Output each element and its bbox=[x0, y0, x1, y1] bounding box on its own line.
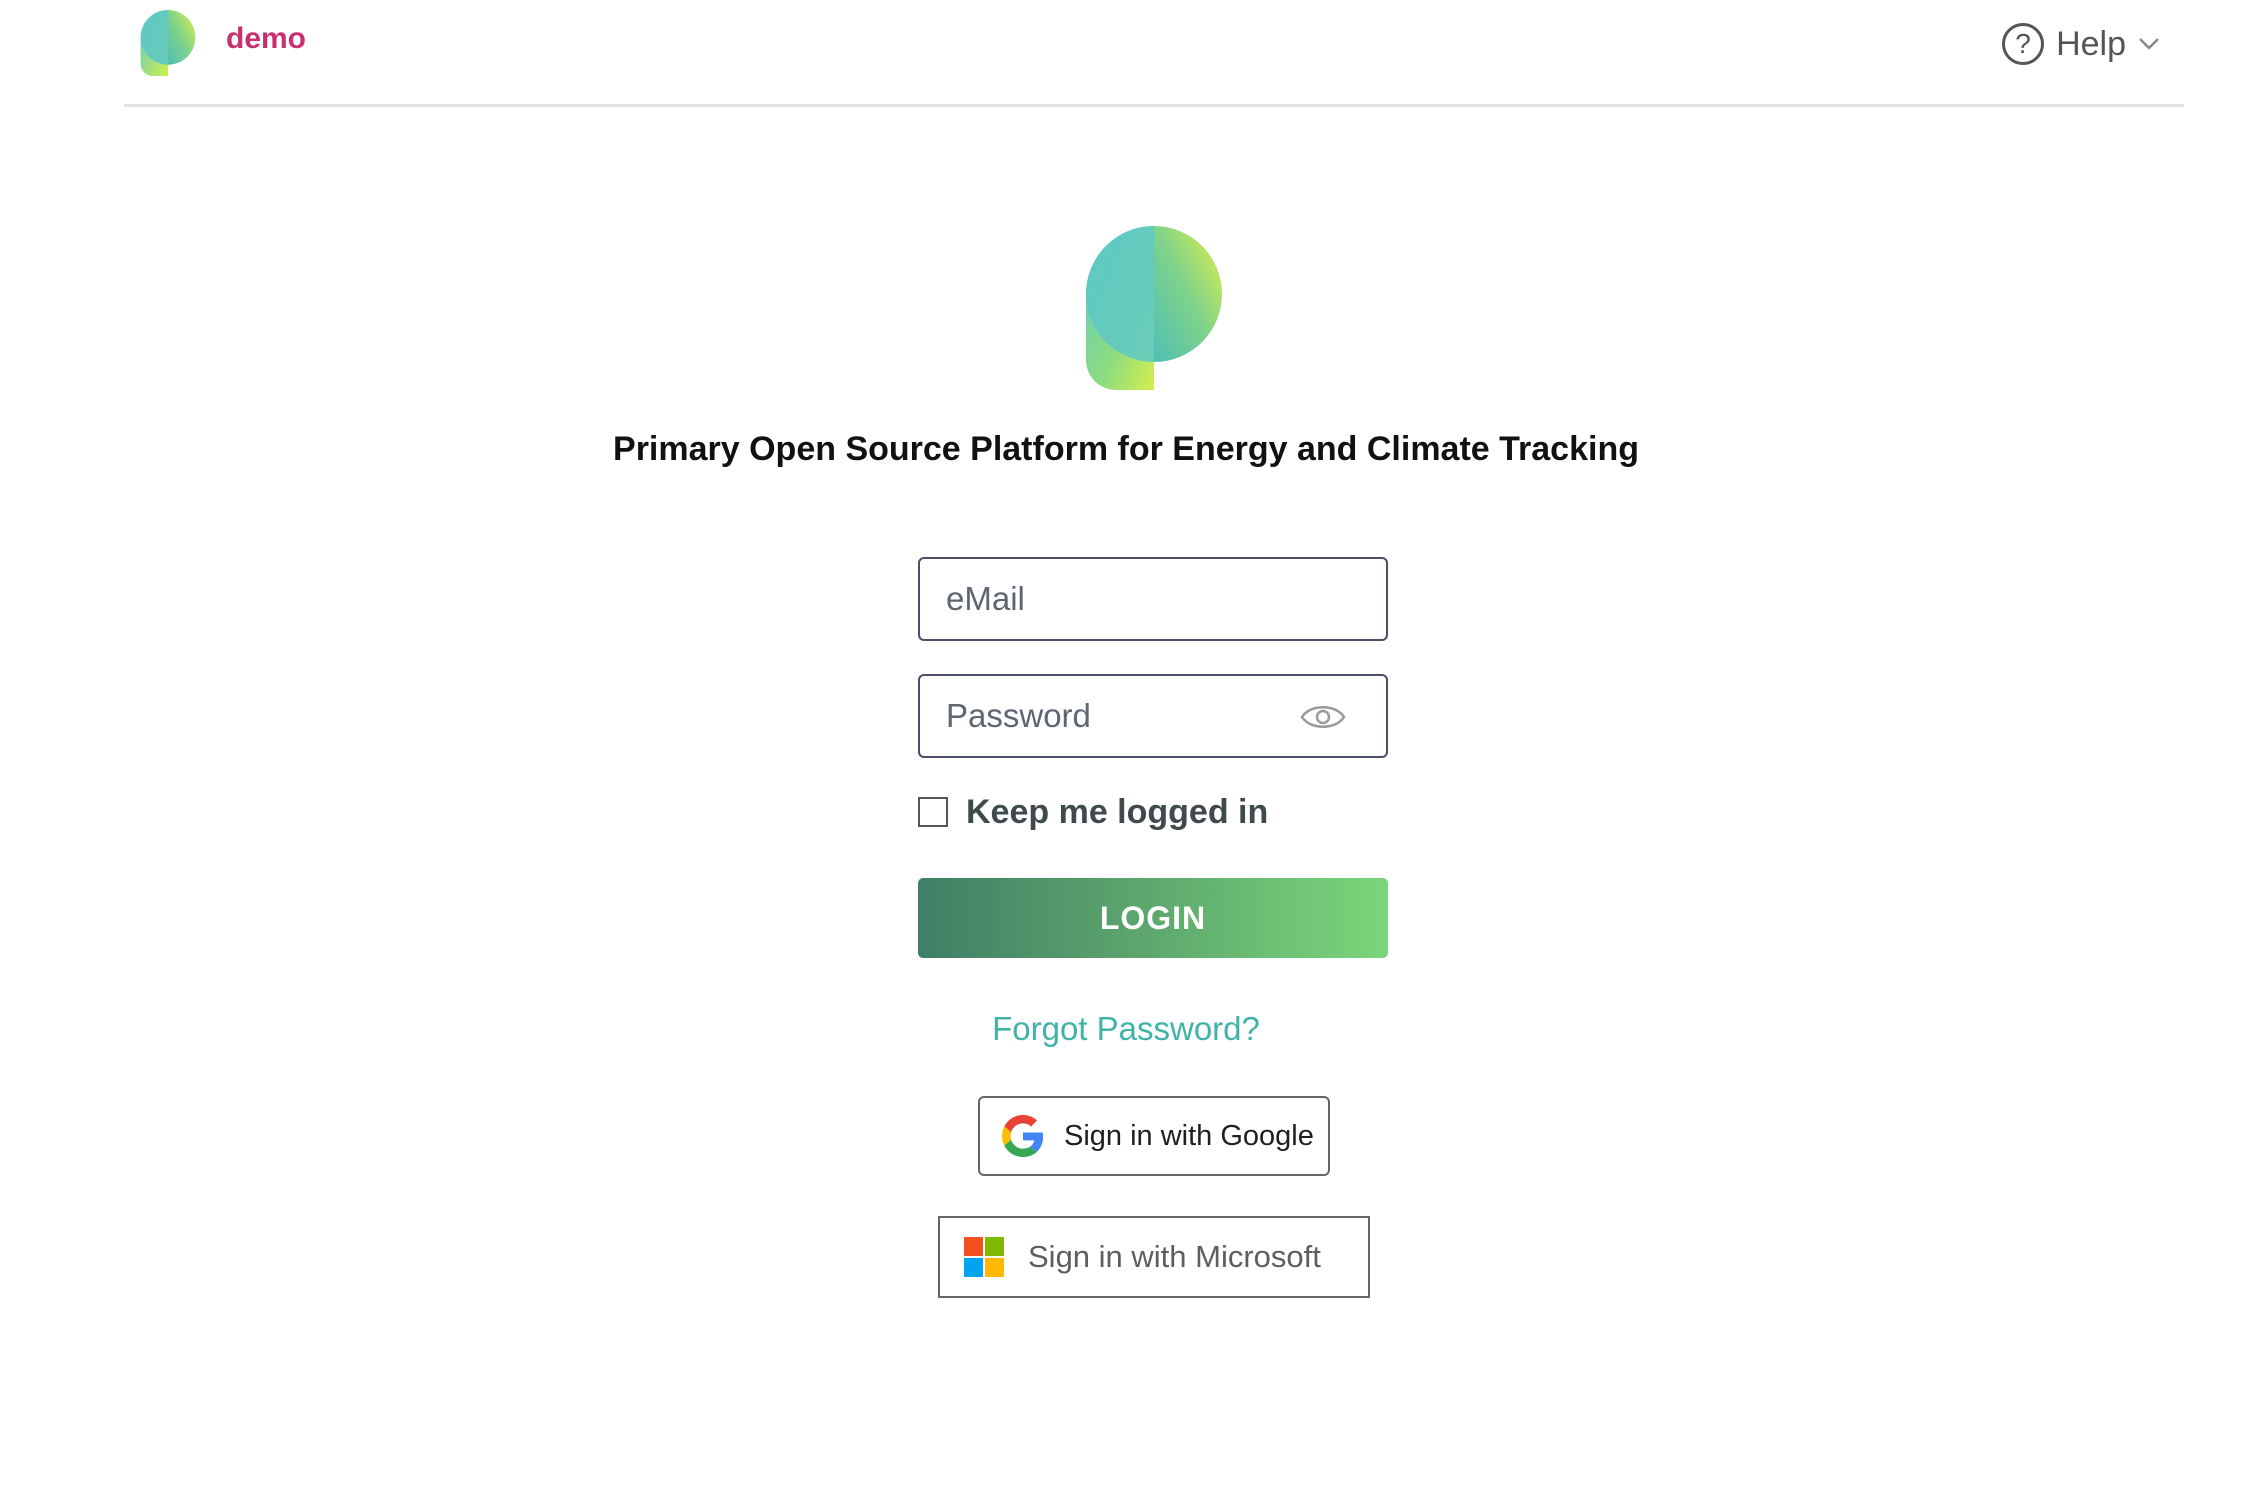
microsoft-square-yellow bbox=[985, 1258, 1004, 1277]
email-field[interactable] bbox=[918, 557, 1388, 641]
tenant-name: demo bbox=[226, 22, 307, 55]
page-tagline: Primary Open Source Platform for Energy … bbox=[613, 430, 1639, 468]
sign-in-google-button[interactable]: Sign in with Google bbox=[978, 1096, 1330, 1176]
microsoft-square-blue bbox=[964, 1258, 983, 1277]
brand-logo-icon[interactable] bbox=[140, 10, 196, 76]
sign-in-google-label: Sign in with Google bbox=[1064, 1119, 1314, 1152]
keep-logged-in-checkbox[interactable] bbox=[918, 797, 948, 827]
google-g-icon bbox=[1002, 1115, 1044, 1157]
login-button[interactable]: LOGIN bbox=[918, 878, 1388, 958]
keep-logged-in-label[interactable]: Keep me logged in bbox=[966, 793, 1268, 832]
microsoft-square-green bbox=[985, 1237, 1004, 1256]
microsoft-square-red bbox=[964, 1237, 983, 1256]
help-menu[interactable]: ? Help bbox=[2002, 22, 2160, 66]
chevron-down-icon bbox=[2139, 38, 2159, 50]
brand-logo-icon bbox=[1086, 226, 1222, 390]
question-circle-icon: ? bbox=[2002, 23, 2045, 65]
top-header: demo ? Help bbox=[124, 0, 2184, 107]
email-input[interactable] bbox=[920, 559, 1386, 639]
sign-in-microsoft-label: Sign in with Microsoft bbox=[1028, 1239, 1321, 1274]
microsoft-squares-icon bbox=[964, 1237, 1004, 1277]
eye-icon[interactable] bbox=[1300, 700, 1346, 734]
keep-logged-in-row[interactable]: Keep me logged in bbox=[918, 792, 1268, 832]
forgot-password-link[interactable]: Forgot Password? bbox=[0, 1010, 2252, 1048]
help-label: Help bbox=[2056, 24, 2126, 63]
sign-in-microsoft-button[interactable]: Sign in with Microsoft bbox=[938, 1216, 1370, 1298]
password-field[interactable] bbox=[918, 674, 1388, 758]
